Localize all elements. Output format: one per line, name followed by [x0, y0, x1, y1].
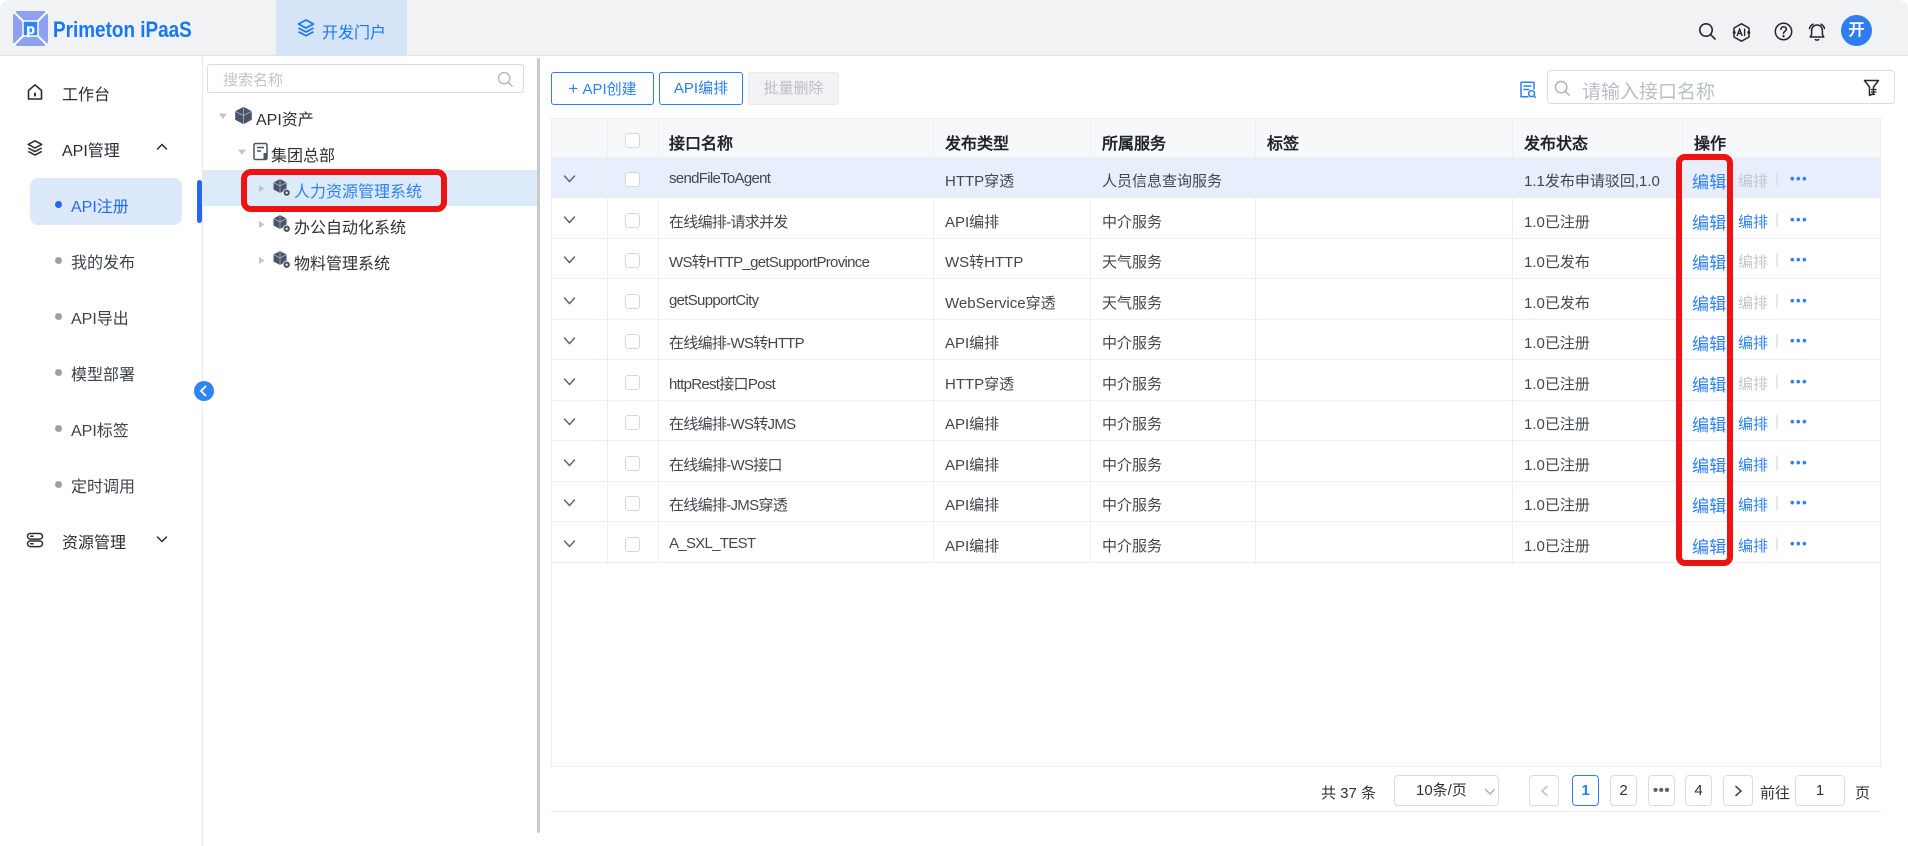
svg-text:p: p — [26, 21, 35, 37]
